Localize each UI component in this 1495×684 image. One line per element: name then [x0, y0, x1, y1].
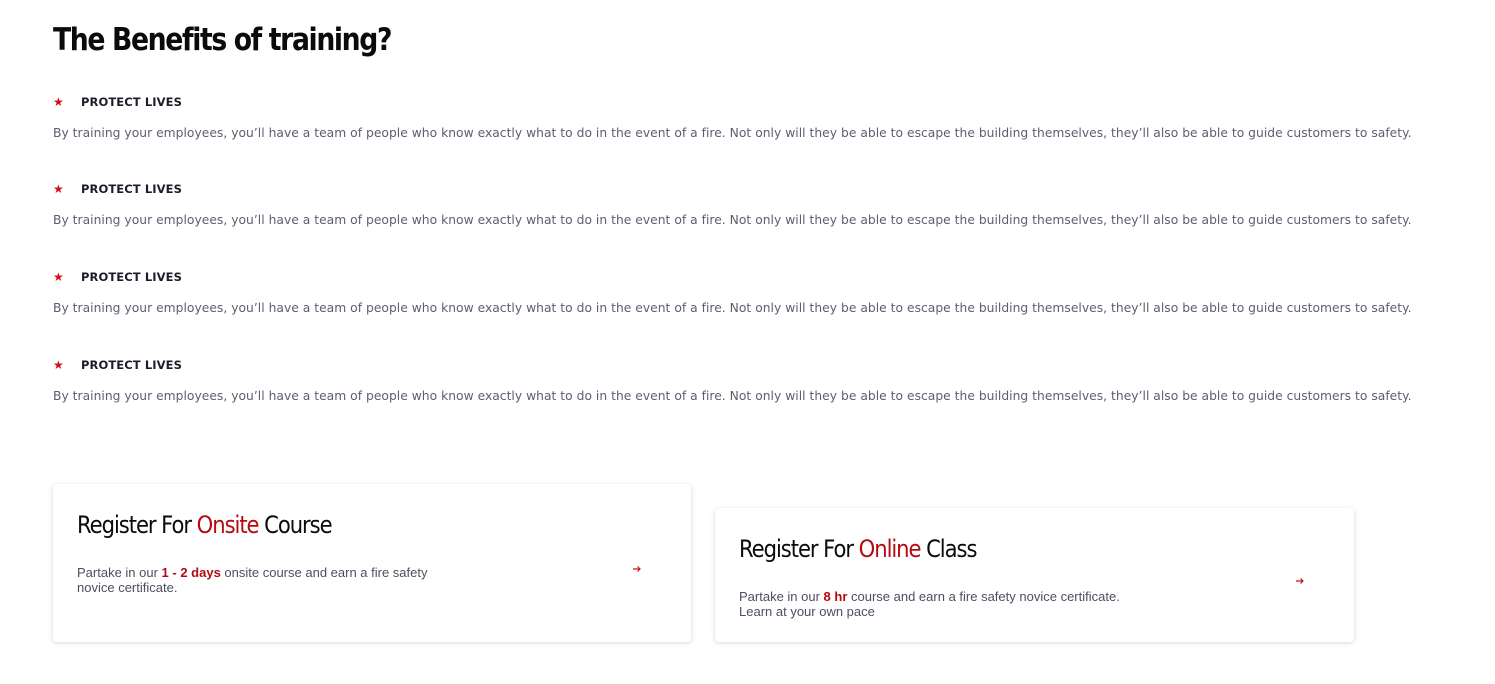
register-onsite-card[interactable]: Register For Onsite Course Partake in ou…	[53, 484, 691, 642]
benefit-title: PROTECT LIVES	[81, 182, 182, 196]
arrow-right-icon[interactable]	[1295, 576, 1305, 586]
benefit-heading: ★ PROTECT LIVES	[53, 357, 182, 373]
star-icon: ★	[53, 182, 64, 196]
page-title: The Benefits of training?	[53, 22, 392, 58]
arrow-right-icon[interactable]	[632, 564, 642, 574]
online-card-title: Register For Online Class	[739, 535, 977, 563]
benefit-title: PROTECT LIVES	[81, 95, 182, 109]
benefit-description: By training your employees, you’ll have …	[53, 301, 1412, 315]
online-card-description: Partake in our 8 hr course and earn a fi…	[739, 589, 1120, 619]
onsite-card-title: Register For Onsite Course	[77, 511, 333, 539]
benefit-title: PROTECT LIVES	[81, 358, 182, 372]
register-online-card[interactable]: Register For Online Class Partake in our…	[715, 508, 1354, 642]
benefit-description: By training your employees, you’ll have …	[53, 389, 1412, 403]
benefit-description: By training your employees, you’ll have …	[53, 213, 1412, 227]
benefit-heading: ★ PROTECT LIVES	[53, 94, 182, 110]
star-icon: ★	[53, 95, 64, 109]
star-icon: ★	[53, 358, 64, 372]
star-icon: ★	[53, 270, 64, 284]
benefit-heading: ★ PROTECT LIVES	[53, 269, 182, 285]
benefit-description: By training your employees, you’ll have …	[53, 126, 1412, 140]
onsite-card-description: Partake in our 1 - 2 days onsite course …	[77, 565, 428, 595]
benefit-title: PROTECT LIVES	[81, 270, 182, 284]
benefit-heading: ★ PROTECT LIVES	[53, 181, 182, 197]
